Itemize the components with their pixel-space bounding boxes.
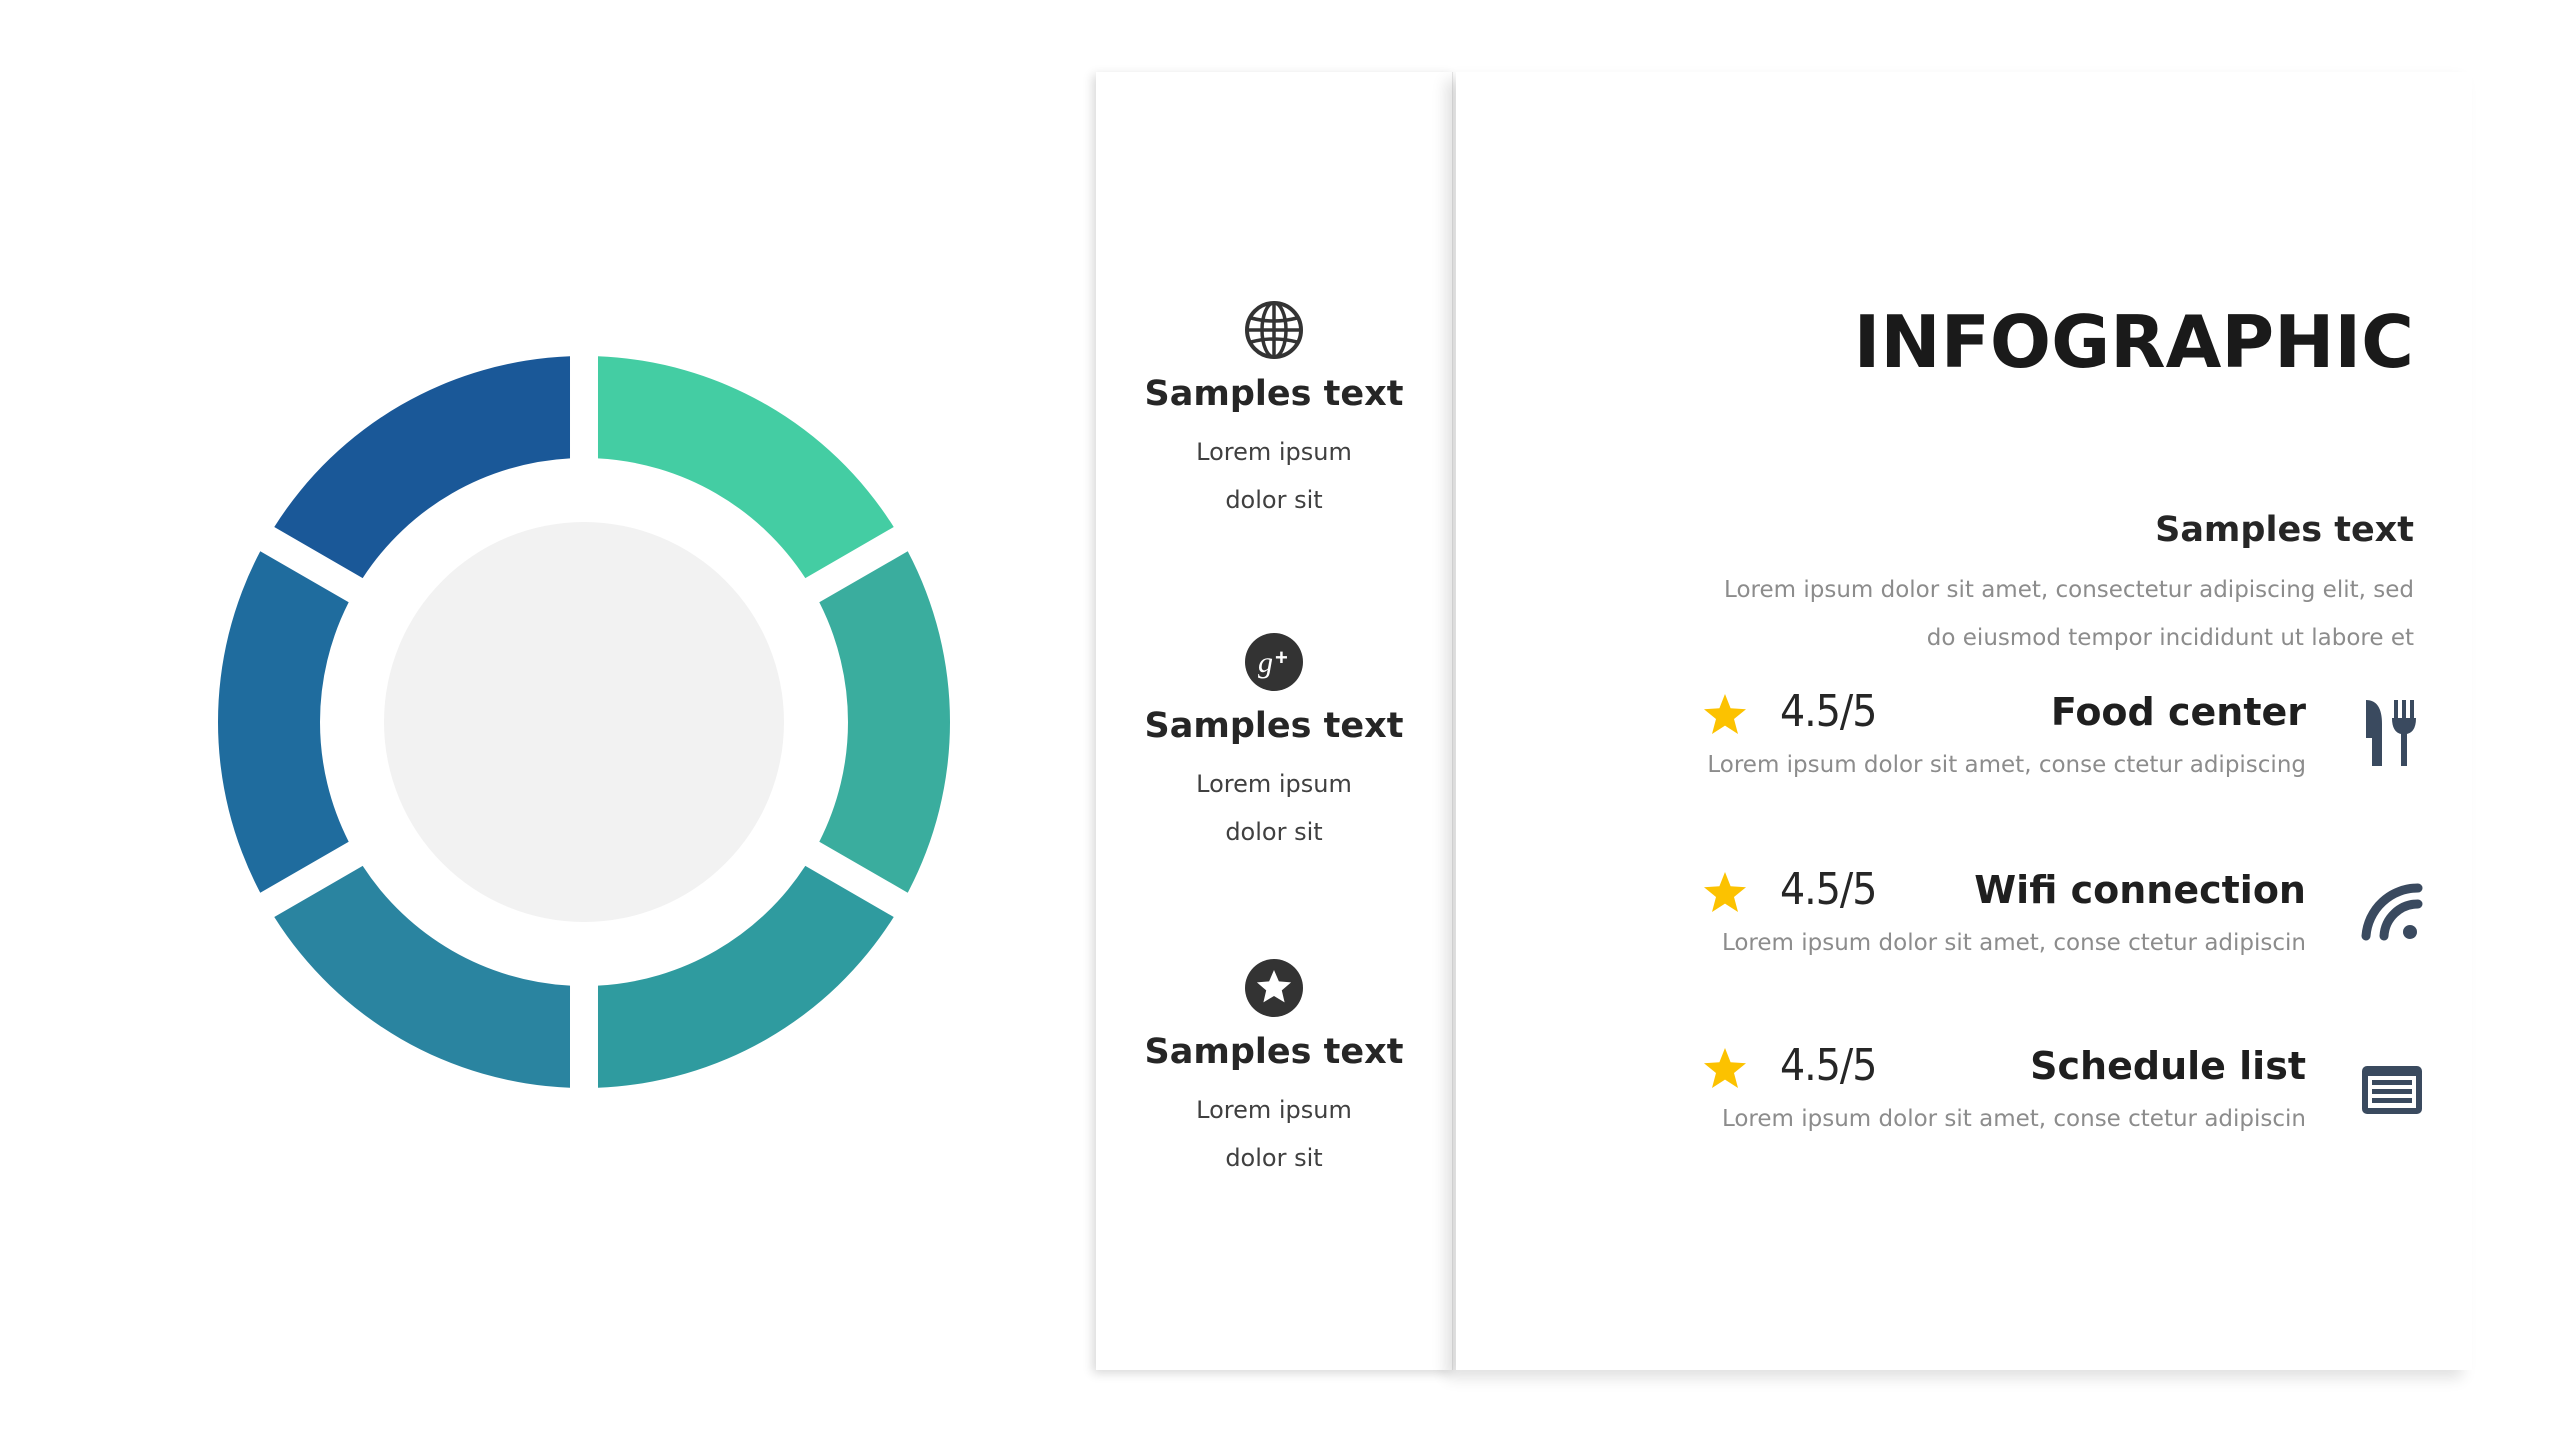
feature-title: Schedule list	[2030, 1044, 2306, 1088]
feature-row-food: 4.5/5 Food center Lorem ipsum dolor sit …	[1456, 686, 2472, 800]
side-item-title: Samples text	[1144, 706, 1404, 746]
segmented-ring-diagram	[217, 356, 951, 1088]
side-item-line-2: dolor sit	[1225, 818, 1323, 846]
rating: 4.5/5	[1780, 864, 1877, 915]
side-panel: Samples text Lorem ipsum dolor sit g + S…	[1096, 72, 1453, 1370]
side-item-line-1: Lorem ipsum	[1196, 1096, 1352, 1124]
side-item-line-2: dolor sit	[1225, 486, 1323, 514]
wifi-icon	[2361, 883, 2423, 941]
schedule-list-icon	[2362, 1066, 2422, 1114]
rating: 4.5/5	[1780, 686, 1877, 737]
star-circle-icon	[1245, 959, 1303, 1017]
side-item-3: Samples text Lorem ipsum dolor sit	[1096, 958, 1452, 1182]
svg-text:+: +	[1275, 645, 1288, 670]
globe-icon	[1245, 301, 1303, 359]
feature-description: Lorem ipsum dolor sit amet, conse ctetur…	[1707, 752, 2306, 778]
star-icon	[1704, 1048, 1746, 1088]
intro-paragraph: Lorem ipsum dolor sit amet, consectetur …	[1724, 577, 2414, 651]
side-item-2: g + Samples text Lorem ipsum dolor sit	[1096, 632, 1452, 856]
segment-right	[819, 551, 951, 893]
subhead: Samples text	[2155, 510, 2414, 550]
side-item-title: Samples text	[1144, 1032, 1404, 1072]
google-plus-icon: g +	[1245, 633, 1303, 691]
rating: 4.5/5	[1780, 1040, 1877, 1091]
side-item-1: Samples text Lorem ipsum dolor sit	[1096, 300, 1452, 524]
feature-description: Lorem ipsum dolor sit amet, conse ctetur…	[1721, 930, 2306, 956]
feature-row-schedule: 4.5/5 Schedule list Lorem ipsum dolor si…	[1456, 1040, 2472, 1154]
star-icon	[1704, 694, 1746, 734]
side-item-title: Samples text	[1144, 374, 1404, 414]
feature-row-wifi: 4.5/5 Wifi connection Lorem ipsum dolor …	[1456, 864, 2472, 978]
headline: INFOGRAPHIC	[1853, 300, 2414, 384]
svg-text:g: g	[1258, 646, 1273, 679]
ring-center-circle	[384, 522, 784, 922]
main-panel: INFOGRAPHIC Samples text Lorem ipsum dol…	[1456, 72, 2472, 1370]
side-item-line-1: Lorem ipsum	[1196, 770, 1352, 798]
feature-title: Food center	[2050, 690, 2306, 734]
feature-description: Lorem ipsum dolor sit amet, conse ctetur…	[1721, 1106, 2306, 1132]
side-item-line-2: dolor sit	[1225, 1144, 1323, 1172]
segment-left	[217, 551, 349, 893]
feature-title: Wifi connection	[1974, 868, 2306, 912]
utensils-icon	[2366, 700, 2416, 766]
star-icon	[1704, 872, 1746, 912]
side-item-line-1: Lorem ipsum	[1196, 438, 1352, 466]
